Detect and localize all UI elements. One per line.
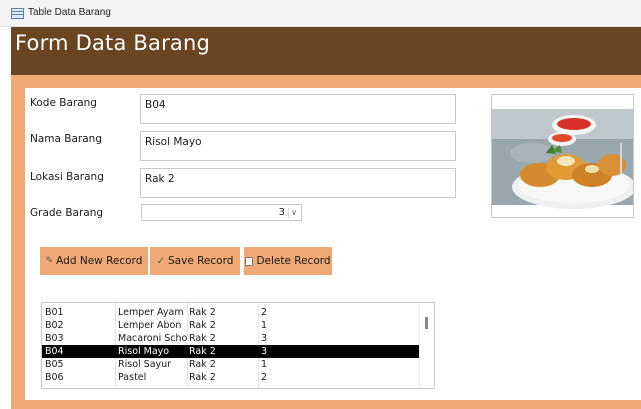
cell-lokasi: Rak 2 xyxy=(189,372,216,383)
cell-nama: Lemper Ayam xyxy=(118,307,184,318)
list-row[interactable]: B03 Macaroni Schotel Rak 2 3 xyxy=(42,332,422,345)
cell-grade: 1 xyxy=(261,320,268,331)
record-listbox[interactable]: B01 Lemper Ayam Rak 2 2 B02 Lemper Abon … xyxy=(41,302,435,389)
cell-lokasi: Rak 2 xyxy=(189,346,216,357)
cell-lokasi: Rak 2 xyxy=(189,333,216,344)
cell-nama: Pastel xyxy=(118,372,147,383)
cell-grade: 3 xyxy=(261,333,268,344)
pencil-icon: ✎ xyxy=(45,256,54,266)
grade-barang-combo[interactable]: 3 ∨ xyxy=(141,204,302,221)
kode-barang-field[interactable]: B04 xyxy=(140,94,456,124)
add-new-record-label: Add New Record xyxy=(56,255,143,267)
cell-kode: B02 xyxy=(45,320,64,331)
cell-kode: B06 xyxy=(45,372,64,383)
cell-kode: B04 xyxy=(45,346,64,357)
cell-lokasi: Rak 2 xyxy=(189,320,216,331)
grade-barang-label: Grade Barang xyxy=(30,207,104,219)
nama-barang-field[interactable]: Risol Mayo xyxy=(140,131,456,161)
cell-grade: 3 xyxy=(261,346,268,357)
cell-grade: 2 xyxy=(261,307,268,318)
cell-kode: B03 xyxy=(45,333,64,344)
trash-icon xyxy=(245,256,254,266)
delete-record-label: Delete Record xyxy=(256,255,331,267)
cell-grade: 1 xyxy=(261,359,268,370)
form-title: Form Data Barang xyxy=(15,31,211,55)
lokasi-barang-field[interactable]: Rak 2 xyxy=(140,168,456,198)
table-icon xyxy=(11,8,24,19)
save-record-button[interactable]: ✓ Save Record xyxy=(150,247,240,275)
list-row-selected[interactable]: B04 Risol Mayo Rak 2 3 xyxy=(42,345,422,358)
check-icon: ✓ xyxy=(156,255,165,267)
cell-lokasi: Rak 2 xyxy=(189,307,216,318)
list-scrollbar[interactable] xyxy=(419,303,434,388)
chevron-down-icon[interactable]: ∨ xyxy=(288,208,299,218)
list-row[interactable]: B06 Pastel Rak 2 2 xyxy=(42,371,422,384)
cell-nama: Risol Mayo xyxy=(118,346,170,357)
cell-kode: B05 xyxy=(45,359,64,370)
list-row[interactable]: B02 Lemper Abon Rak 2 1 xyxy=(42,319,422,332)
scrollbar-thumb[interactable] xyxy=(425,317,428,329)
form-header: Form Data Barang xyxy=(11,27,641,75)
kode-barang-label: Kode Barang xyxy=(30,97,97,109)
save-record-label: Save Record xyxy=(168,255,234,267)
delete-record-button[interactable]: Delete Record xyxy=(244,247,332,275)
cell-nama: Lemper Abon xyxy=(118,320,182,331)
window-title: Table Data Barang xyxy=(28,7,111,18)
cell-lokasi: Rak 2 xyxy=(189,359,216,370)
risol-mayo-photo xyxy=(492,95,633,217)
list-row[interactable]: B05 Risol Sayur Rak 2 1 xyxy=(42,358,422,371)
product-photo xyxy=(491,94,634,218)
add-new-record-button[interactable]: ✎ Add New Record xyxy=(40,247,148,275)
grade-barang-value: 3 xyxy=(278,207,285,218)
cell-kode: B01 xyxy=(45,307,64,318)
cell-nama: Macaroni Schotel xyxy=(118,333,188,344)
lokasi-barang-label: Lokasi Barang xyxy=(30,171,104,183)
list-row[interactable]: B01 Lemper Ayam Rak 2 2 xyxy=(42,306,422,319)
window-titlebar: Table Data Barang xyxy=(0,0,641,27)
nama-barang-label: Nama Barang xyxy=(30,133,102,145)
cell-grade: 2 xyxy=(261,372,268,383)
cell-nama: Risol Sayur xyxy=(118,359,172,370)
